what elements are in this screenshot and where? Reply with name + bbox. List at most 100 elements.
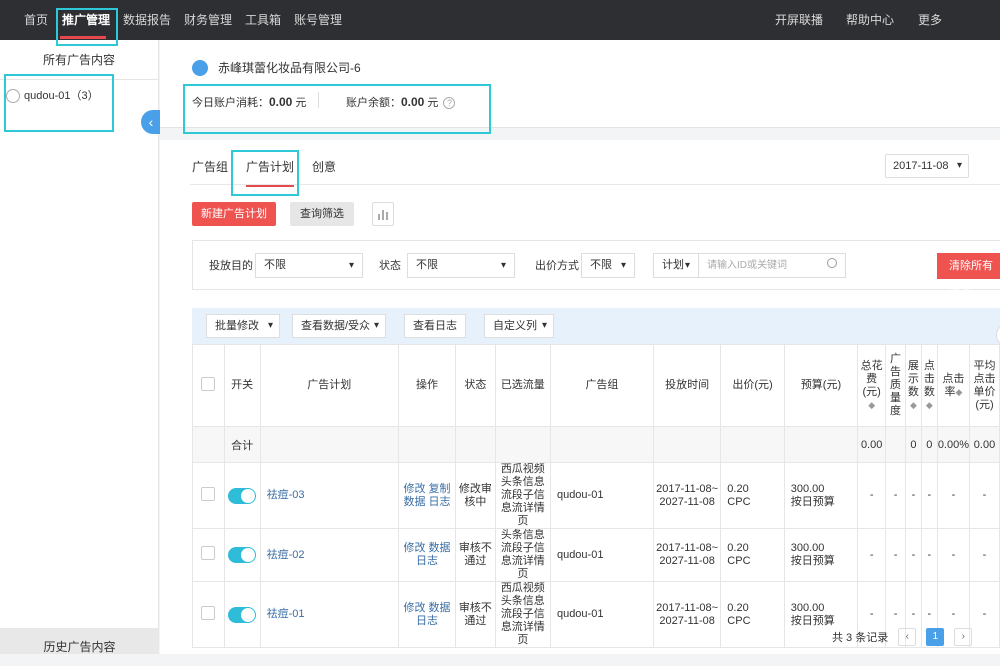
batch-edit-dropdown[interactable]: 批量修改 ▾ xyxy=(206,314,280,338)
collapse-sidebar-button[interactable]: ‹ xyxy=(141,110,161,134)
select-all-checkbox[interactable] xyxy=(201,376,216,391)
sort-icon[interactable]: ◆ xyxy=(955,387,962,397)
sidebar-history[interactable]: 历史广告内容 xyxy=(0,628,159,654)
row-traffic: 头条信息流段子信息流详情页 xyxy=(494,528,551,582)
row-ad-group: qudou-01 xyxy=(549,581,654,648)
view-log-button[interactable]: 查看日志 xyxy=(404,314,466,338)
purpose-label: 投放目的 xyxy=(209,260,253,272)
row-switch-toggle[interactable] xyxy=(228,487,257,504)
ad-plan-table: 开关 广告计划 操作 状态 已选流量 广告组 投放时间 出价(元) 预算(元) … xyxy=(192,344,1000,648)
sidebar-account-item[interactable]: qudou-01（3） xyxy=(6,88,99,104)
sort-icon[interactable]: ◆ xyxy=(910,400,917,410)
chevron-down-icon: ▾ xyxy=(684,260,690,271)
account-balance: 账户余额：0.00 元 ? xyxy=(346,94,456,110)
row-checkbox[interactable] xyxy=(201,486,216,501)
header-ad-plan: 广告计划 xyxy=(259,344,399,427)
content-panel: 广告组 广告计划 创意 2017-11-08 ▾ 新建广告计划 查询筛选 投放目… xyxy=(160,140,1000,654)
plan-name-link[interactable]: 祛痘-01 xyxy=(267,608,305,620)
plan-name-link[interactable]: 祛痘-03 xyxy=(267,489,305,501)
filter-bar: 投放目的 不限 ▾ 状态 不限 ▾ 出价方式 不限 ▾ 计划 ▾ 请输入ID或关键词 清… xyxy=(192,240,1000,298)
nav-finance[interactable]: 财务管理 xyxy=(184,0,232,40)
nav-data-report[interactable]: 数据报告 xyxy=(123,0,171,40)
header-operation: 操作 xyxy=(397,344,457,427)
tab-creative[interactable]: 创意 xyxy=(312,158,336,187)
bid-method-label: 出价方式 xyxy=(535,260,579,272)
sidebar-title: 所有广告内容 xyxy=(0,40,158,80)
date-select[interactable]: 2017-11-08 ▾ xyxy=(885,154,969,178)
row-checkbox[interactable] xyxy=(201,605,216,620)
search-input[interactable]: 请输入ID或关键词 xyxy=(698,253,846,278)
plan-name-link[interactable]: 祛痘-02 xyxy=(267,549,305,561)
chart-toggle-button[interactable] xyxy=(372,202,394,226)
row-delivery-time: 2017-11-08~ 2027-11-08 xyxy=(652,581,722,648)
summary-total-cost: 0.00 xyxy=(857,426,887,463)
balance-value: 0.00 xyxy=(401,95,425,109)
nav-splash-union[interactable]: 开屏联播 xyxy=(775,0,823,40)
nav-account-management[interactable]: 账号管理 xyxy=(294,0,342,40)
summary-clicks: 0 xyxy=(920,426,938,463)
row-bid: 0.20 CPC xyxy=(720,528,785,582)
purpose-select[interactable]: 不限 ▾ xyxy=(255,253,363,278)
row-actions[interactable]: 修改 数据 xyxy=(403,542,450,554)
nav-help-center[interactable]: 帮助中心 xyxy=(846,0,894,40)
row-actions[interactable]: 修改 数据 xyxy=(403,602,450,614)
row-delivery-time: 2017-11-08~ 2027-11-08 xyxy=(652,528,722,582)
chevron-down-icon: ▾ xyxy=(348,260,354,271)
next-page-button[interactable]: › xyxy=(954,628,973,646)
header-delivery-time: 投放时间 xyxy=(652,344,722,427)
row-checkbox[interactable] xyxy=(201,546,216,560)
sort-icon[interactable]: ◆ xyxy=(868,400,875,410)
tab-ad-plan[interactable]: 广告计划 xyxy=(246,158,295,187)
row-bid: 0.20 CPC xyxy=(720,462,785,529)
nav-promotion-management[interactable]: 推广管理 xyxy=(62,0,110,40)
nav-more[interactable]: 更多 xyxy=(918,0,942,40)
row-actions[interactable]: 数据 日志 xyxy=(403,496,450,508)
clear-filters-button[interactable]: 清除所有筛选 xyxy=(937,253,1000,298)
header-avg-cpc[interactable]: 平均点击单价(元) xyxy=(969,344,1000,427)
row-actions[interactable]: 日志 xyxy=(416,615,438,627)
pagination: 共 3 条记录 ‹ 1 › xyxy=(832,628,973,646)
divider xyxy=(318,92,319,108)
account-panel: 赤峰琪蕾化妆品有限公司-6 今日账户消耗：0.00 元 账户余额：0.00 元 … xyxy=(160,40,1000,128)
summary-label: 合计 xyxy=(223,426,261,463)
nav-home[interactable]: 首页 xyxy=(24,0,48,40)
sort-icon[interactable]: ◆ xyxy=(926,400,933,410)
header-budget[interactable]: 预算(元) xyxy=(783,344,859,427)
view-data-dropdown[interactable]: 查看数据/受众 ▾ xyxy=(292,314,386,338)
row-actions[interactable]: 修改 复制 xyxy=(403,483,450,495)
prev-page-button[interactable]: ‹ xyxy=(898,628,917,646)
table-summary-row: 合计 0.00 0 0 0.00% 0.00 xyxy=(192,426,1000,463)
row-status: 审核不通过 xyxy=(455,581,496,648)
tab-ad-group[interactable]: 广告组 xyxy=(192,158,228,187)
header-impressions[interactable]: 展示数 ◆ xyxy=(904,344,922,427)
row-actions[interactable]: 日志 xyxy=(416,555,438,567)
help-icon[interactable]: ? xyxy=(443,97,456,110)
chevron-down-icon: ▾ xyxy=(956,160,962,171)
row-ad-group: qudou-01 xyxy=(549,528,654,582)
custom-columns-dropdown[interactable]: 自定义列 ▾ xyxy=(484,314,554,338)
summary-avg-cpc: 0.00 xyxy=(969,426,1000,463)
bar-chart-icon xyxy=(378,214,380,220)
row-status: 审核不通过 xyxy=(455,528,496,582)
row-bid: 0.20 CPC xyxy=(720,581,785,648)
chevron-down-icon: ▾ xyxy=(500,260,506,271)
header-total-cost[interactable]: 总花费(元) ◆ xyxy=(857,344,887,427)
page-1-button[interactable]: 1 xyxy=(926,628,945,646)
plan-type-select[interactable]: 计划 ▾ xyxy=(653,253,699,278)
nav-toolbox[interactable]: 工具箱 xyxy=(245,0,281,40)
header-clicks[interactable]: 点击数 ◆ xyxy=(920,344,938,427)
row-ad-group: qudou-01 xyxy=(549,462,654,529)
search-icon[interactable] xyxy=(827,258,837,268)
header-ctr[interactable]: 点击率◆ xyxy=(936,344,971,427)
status-select[interactable]: 不限 ▾ xyxy=(407,253,515,278)
query-filter-button[interactable]: 查询筛选 xyxy=(290,202,354,226)
row-switch-toggle[interactable] xyxy=(228,547,257,563)
chevron-down-icon: ▾ xyxy=(267,320,273,331)
row-switch-toggle[interactable] xyxy=(228,606,257,623)
new-ad-plan-button[interactable]: 新建广告计划 xyxy=(192,202,276,226)
bid-method-select[interactable]: 不限 ▾ xyxy=(581,253,635,278)
chevron-left-icon: ‹ xyxy=(148,114,154,130)
user-icon xyxy=(6,89,20,103)
header-switch: 开关 xyxy=(223,344,261,427)
table-row: 祛痘-02 修改 数据 日志 审核不通过 头条信息流段子信息流详情页 qudou-… xyxy=(192,528,1000,582)
